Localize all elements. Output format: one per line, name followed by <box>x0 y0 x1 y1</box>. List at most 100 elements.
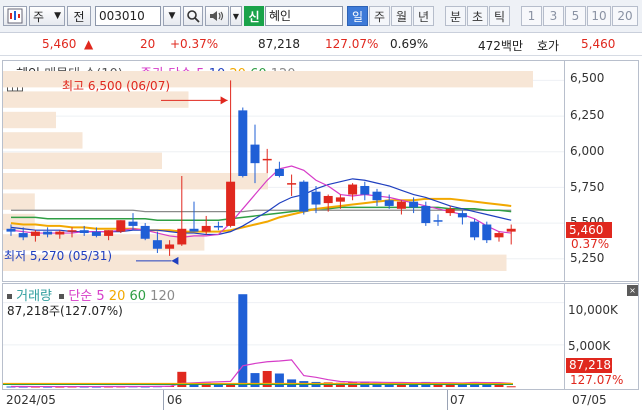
candle-body <box>116 220 126 232</box>
period-tick-button[interactable]: 틱 <box>489 6 510 26</box>
volume-bar <box>238 294 248 387</box>
candle-body <box>213 225 223 228</box>
candle-body <box>445 208 455 214</box>
period-label: 분 <box>449 9 462 24</box>
candle-body <box>238 110 248 176</box>
search-icon <box>187 10 200 23</box>
current-price-marker: 5,460 <box>566 222 612 238</box>
interval-20-button[interactable]: 20 <box>612 6 638 26</box>
date-tick: 07 <box>450 393 466 407</box>
price-tick: 5,250 <box>570 251 605 265</box>
chart-menu-button[interactable] <box>3 6 27 26</box>
new-badge-label: 신 <box>248 9 260 24</box>
interval-label: 20 <box>617 9 633 23</box>
candle-body <box>250 144 260 164</box>
hoga-value: 5,460 <box>581 37 616 51</box>
interval-10-button[interactable]: 10 <box>587 6 611 26</box>
date-tick: 07/05 <box>572 393 607 407</box>
candle-body <box>421 205 431 224</box>
candle-body <box>140 225 150 239</box>
interval-1-button[interactable]: 1 <box>521 6 542 26</box>
high-arrow-head <box>220 96 228 105</box>
volume-profile-bar <box>3 111 56 129</box>
close-icon: × <box>629 286 636 295</box>
candle-body <box>323 195 333 204</box>
trade-amount: 472백만 <box>478 39 523 53</box>
candle-body <box>43 231 53 235</box>
stock-type-select[interactable]: 주 ▼ <box>29 6 65 26</box>
quote-bar: 5,460 ▲ 20 +0.37% 87,218 127.07% 0.69% 4… <box>0 33 642 56</box>
candle-body <box>274 168 284 176</box>
price-axis-divider <box>564 60 565 282</box>
jeon-label: 전 <box>73 9 85 24</box>
speaker-icon <box>210 11 224 21</box>
volume-tick: 10,000K <box>568 303 618 317</box>
stock-name-field: 혜인 <box>265 6 343 26</box>
panel-close-button[interactable]: × <box>627 285 638 296</box>
interval-label: 5 <box>571 9 580 23</box>
interval-label: 10 <box>591 9 607 23</box>
up-arrow-icon: ▲ <box>84 37 94 51</box>
candle-body <box>79 230 89 234</box>
volume-pct: 127.07% <box>325 37 379 51</box>
candle-body <box>152 240 162 249</box>
period-minute-button[interactable]: 분 <box>445 6 466 26</box>
current-pct-marker: 0.37% <box>571 237 610 251</box>
candle-body <box>262 158 272 161</box>
period-week-button[interactable]: 주 <box>369 6 390 26</box>
candle-body <box>506 228 516 232</box>
candle-body <box>128 221 138 226</box>
chart-icon <box>7 8 23 24</box>
period-label: 초 <box>471 9 484 24</box>
ma-60-line <box>11 206 512 221</box>
interval-5-button[interactable]: 5 <box>565 6 586 26</box>
dropdown-icon: ▼ <box>54 11 61 21</box>
candle-body <box>104 230 114 236</box>
stock-name: 혜인 <box>269 9 292 23</box>
jeon-button[interactable]: 전 <box>67 6 91 26</box>
code-dropdown-button[interactable]: ▼ <box>163 6 181 26</box>
price-tick: 6,500 <box>570 71 605 85</box>
candle-body <box>91 231 101 236</box>
date-axis <box>2 390 639 412</box>
price-change-pct: +0.37% <box>170 37 219 51</box>
volume-bar <box>506 386 516 388</box>
current-volume-marker-label: 87,218 <box>569 358 611 372</box>
stock-type-label: 주 <box>33 9 45 24</box>
candle-body <box>360 185 370 195</box>
new-stock-badge: 신 <box>244 6 264 26</box>
period-year-button[interactable]: 년 <box>413 6 434 26</box>
chevron-down-icon: ▼ <box>168 11 176 21</box>
price-change: 20 <box>140 37 156 51</box>
candle-body <box>384 200 394 206</box>
period-label: 일 <box>351 9 364 24</box>
current-price-marker-label: 5,460 <box>569 223 604 237</box>
candle-body <box>311 191 321 205</box>
date-tick: 2024/05 <box>6 393 56 407</box>
interval-3-button[interactable]: 3 <box>543 6 564 26</box>
candle-body <box>18 233 28 238</box>
candle-body <box>433 220 443 222</box>
period-second-button[interactable]: 초 <box>467 6 488 26</box>
search-button[interactable] <box>183 6 203 26</box>
current-volume-marker: 87,218 <box>566 358 612 373</box>
volume-value: 87,218 <box>258 37 300 51</box>
period-day-button[interactable]: 일 <box>347 6 368 26</box>
ma-120-line <box>11 209 512 213</box>
sound-button[interactable] <box>205 6 229 26</box>
date-divider <box>163 390 164 410</box>
toolbar: 주 ▼ 전 003010 ▼ ▼ 신 혜인 일 주 월 년 분 초 틱 1 3 … <box>0 0 642 33</box>
volume-chart[interactable] <box>3 284 564 389</box>
date-divider <box>447 390 448 410</box>
period-month-button[interactable]: 월 <box>391 6 412 26</box>
candle-body <box>470 221 480 238</box>
candle-body <box>494 233 504 238</box>
volume-tick: 5,000K <box>568 339 611 353</box>
candle-body <box>409 201 419 208</box>
candle-body <box>67 230 77 232</box>
sound-dropdown-button[interactable]: ▼ <box>230 6 242 26</box>
stock-code-input[interactable]: 003010 <box>95 6 161 26</box>
current-price: 5,460 <box>42 37 77 51</box>
candle-body <box>189 228 199 232</box>
date-tick: 06 <box>167 393 183 407</box>
